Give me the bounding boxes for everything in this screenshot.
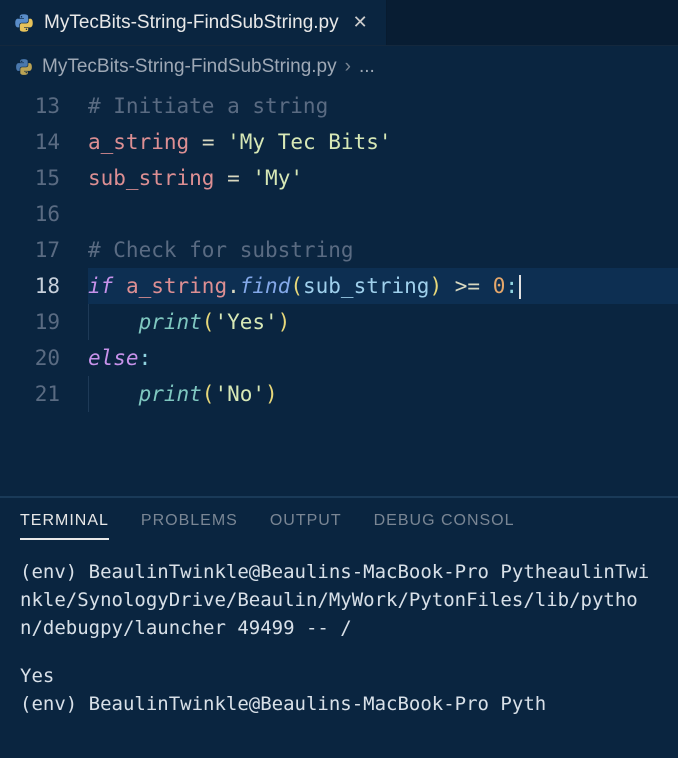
python-icon	[14, 57, 34, 77]
line-number: 21	[0, 376, 88, 412]
terminal-output[interactable]: (env) BeaulinTwinkle@Beaulins-MacBook-Pr…	[0, 550, 678, 758]
line-number: 16	[0, 196, 88, 232]
code-line[interactable]: 21 print('No')	[0, 376, 678, 412]
code-line[interactable]: 19 print('Yes')	[0, 304, 678, 340]
panel-tab-output[interactable]: OUTPUT	[270, 512, 342, 540]
terminal-line: (env) BeaulinTwinkle@Beaulins-MacBook-Pr…	[20, 558, 658, 642]
code-content[interactable]: print('Yes')	[88, 304, 678, 340]
tab-filename: MyTecBits-String-FindSubString.py	[44, 12, 339, 34]
tab-bar: MyTecBits-String-FindSubString.py ✕	[0, 0, 678, 46]
code-content[interactable]: a_string = 'My Tec Bits'	[88, 124, 678, 160]
python-icon	[14, 13, 34, 33]
line-number: 18	[0, 268, 88, 304]
line-number: 17	[0, 232, 88, 268]
panel-tab-terminal[interactable]: TERMINAL	[20, 512, 109, 540]
code-line[interactable]: 14a_string = 'My Tec Bits'	[0, 124, 678, 160]
close-icon[interactable]: ✕	[349, 10, 372, 35]
code-content[interactable]: # Initiate a string	[88, 88, 678, 124]
breadcrumb-file[interactable]: MyTecBits-String-FindSubString.py	[42, 56, 337, 78]
code-content[interactable]: print('No')	[88, 376, 678, 412]
line-number: 19	[0, 304, 88, 340]
code-content[interactable]: sub_string = 'My'	[88, 160, 678, 196]
panel-tabs: TERMINAL PROBLEMS OUTPUT DEBUG CONSOL	[0, 498, 678, 550]
code-line[interactable]: 13# Initiate a string	[0, 88, 678, 124]
code-line[interactable]: 16	[0, 196, 678, 232]
chevron-right-icon: ›	[345, 56, 351, 78]
breadcrumb[interactable]: MyTecBits-String-FindSubString.py › ...	[0, 46, 678, 88]
line-number: 14	[0, 124, 88, 160]
code-content[interactable]: # Check for substring	[88, 232, 678, 268]
file-tab[interactable]: MyTecBits-String-FindSubString.py ✕	[0, 0, 387, 45]
line-number: 20	[0, 340, 88, 376]
editor-root: MyTecBits-String-FindSubString.py ✕ MyTe…	[0, 0, 678, 758]
code-content[interactable]: else:	[88, 340, 678, 376]
text-cursor	[519, 275, 521, 299]
line-number: 13	[0, 88, 88, 124]
code-editor[interactable]: 13# Initiate a string14a_string = 'My Te…	[0, 88, 678, 496]
code-line[interactable]: 20else:	[0, 340, 678, 376]
line-number: 15	[0, 160, 88, 196]
panel-tab-debug-consol[interactable]: DEBUG CONSOL	[374, 512, 515, 540]
code-line[interactable]: 17# Check for substring	[0, 232, 678, 268]
code-line[interactable]: 18if a_string.find(sub_string) >= 0:	[0, 268, 678, 304]
breadcrumb-more[interactable]: ...	[359, 56, 375, 78]
code-content[interactable]: if a_string.find(sub_string) >= 0:	[88, 268, 678, 304]
panel-tab-problems[interactable]: PROBLEMS	[141, 512, 238, 540]
code-line[interactable]: 15sub_string = 'My'	[0, 160, 678, 196]
terminal-line: Yes (env) BeaulinTwinkle@Beaulins-MacBoo…	[20, 662, 658, 718]
